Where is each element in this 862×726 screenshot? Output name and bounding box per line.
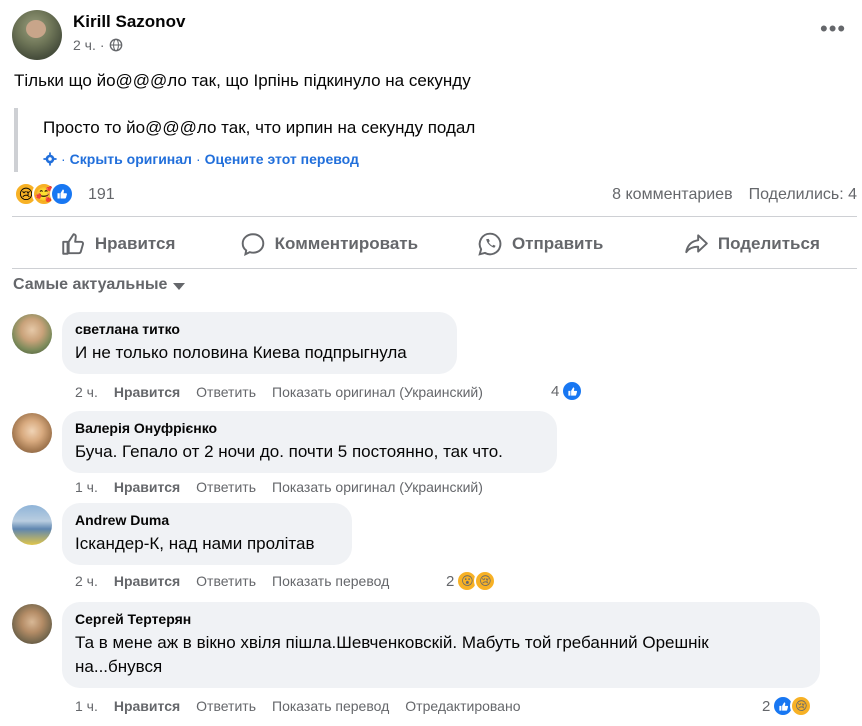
shares-count[interactable]: Поделились: 4 (749, 186, 857, 204)
divider (12, 216, 857, 217)
comment-bubble: Andrew Duma Іскандер-К, над нами проліта… (62, 503, 352, 565)
comment-reaction-count: 2 (446, 572, 455, 590)
comments-count[interactable]: 8 комментариев (612, 186, 732, 204)
comment-button[interactable]: Комментировать (223, 224, 434, 264)
comment-reactions[interactable]: 2 😢 (762, 695, 813, 717)
rate-translation-link[interactable]: Оцените этот перевод (205, 151, 359, 167)
comment-time[interactable]: 2 ч. (75, 573, 98, 589)
comment-reply-button[interactable]: Ответить (196, 698, 256, 714)
comment-sort-dropdown[interactable]: Самые актуальные (13, 276, 186, 294)
like-button[interactable]: Нравится (12, 224, 223, 264)
comment-text-line: Та в мене аж в вікно хвіля пішла.Шевченк… (75, 633, 709, 652)
caret-down-icon (173, 282, 186, 290)
comment-like-button[interactable]: Нравится (114, 698, 180, 714)
sad-reaction-icon: 😢 (474, 570, 497, 592)
edited-label[interactable]: Отредактировано (405, 698, 520, 714)
commenter-avatar[interactable] (12, 505, 52, 545)
comment-icon (241, 233, 264, 257)
show-translation-link[interactable]: Показать перевод (272, 573, 389, 589)
comment-actions: 1 ч. Нравится Ответить Показать перевод … (75, 698, 520, 714)
like-reaction-icon (561, 380, 584, 402)
sad-reaction-icon: 😢 (790, 695, 813, 717)
comment-actions: 2 ч. Нравится Ответить Показать перевод (75, 573, 389, 589)
show-original-link[interactable]: Показать оригинал (Украинский) (272, 479, 483, 495)
comment-time[interactable]: 2 ч. (75, 384, 98, 400)
comment-text: И не только половина Киева подпрыгнула (75, 343, 407, 362)
like-label: Нравится (94, 234, 176, 253)
comment-like-button[interactable]: Нравится (114, 479, 180, 495)
comment-reactions[interactable]: 4 (551, 380, 584, 402)
reaction-count[interactable]: 191 (88, 186, 115, 204)
meta-separator: · (99, 37, 105, 53)
sort-label: Самые актуальные (13, 276, 168, 293)
hide-original-link[interactable]: Скрыть оригинал (70, 151, 192, 167)
comment-text: Буча. Гепало от 2 ночи до. почти 5 посто… (75, 442, 503, 461)
gear-icon (43, 152, 57, 166)
post-meta: 2 ч. · (73, 37, 123, 53)
comment-text: Іскандер-К, над нами пролітав (75, 534, 315, 553)
comment-actions: 1 ч. Нравится Ответить Показать оригинал… (75, 479, 483, 495)
reactions-summary: 😢 🥰 191 8 комментариев Поделились: 4 (14, 182, 857, 208)
share-button[interactable]: Поделиться (646, 224, 857, 264)
author-avatar[interactable] (12, 10, 62, 60)
comment-bubble: Сергей Тертерян Та в мене аж в вікно хві… (62, 602, 820, 688)
globe-icon (109, 38, 122, 52)
comment-bubble: светлана титко И не только половина Киев… (62, 312, 457, 374)
send-button[interactable]: Отправить (435, 224, 646, 264)
comment-author[interactable]: Сергей Тертерян (75, 611, 807, 627)
commenter-avatar[interactable] (12, 604, 52, 644)
comment-label: Комментировать (274, 234, 419, 253)
post-text: Тільки що йо@@@ло так, що Ірпінь підкину… (14, 71, 471, 90)
comment-author[interactable]: Валерія Онуфрієнко (75, 420, 544, 436)
translation-links: · Скрыть оригинал · Оцените этот перевод (43, 151, 574, 167)
comment-author[interactable]: светлана титко (75, 321, 444, 337)
share-label: Поделиться (717, 234, 820, 253)
comment-bubble: Валерія Онуфрієнко Буча. Гепало от 2 ноч… (62, 411, 557, 473)
like-icon (62, 233, 84, 255)
comment-like-button[interactable]: Нравится (114, 384, 180, 400)
send-label: Отправить (511, 234, 604, 253)
share-icon (685, 234, 708, 254)
comment-actions: 2 ч. Нравится Ответить Показать оригинал… (75, 384, 483, 400)
comment: Andrew Duma Іскандер-К, над нами проліта… (12, 503, 857, 593)
post-counts: 8 комментариев Поделились: 4 (612, 186, 857, 204)
comment: Сергей Тертерян Та в мене аж в вікно хві… (12, 602, 857, 726)
more-icon[interactable]: ••• (820, 18, 845, 42)
like-reaction-icon (50, 182, 74, 206)
translation-text: Просто то йо@@@ло так, что ирпин на секу… (43, 118, 476, 137)
comment-reactions[interactable]: 2 😮 😢 (446, 570, 497, 592)
show-original-link[interactable]: Показать оригинал (Украинский) (272, 384, 483, 400)
comment-time[interactable]: 1 ч. (75, 479, 98, 495)
post-header: Kirill Sazonov 2 ч. · ••• (12, 10, 852, 60)
translation-block: Просто то йо@@@ло так, что ирпин на секу… (14, 108, 574, 172)
comment-text-line: на...бнувся (75, 657, 163, 676)
comment: Валерія Онуфрієнко Буча. Гепало от 2 ноч… (12, 411, 857, 501)
comment-reaction-count: 2 (762, 697, 771, 715)
link-separator: · (195, 151, 201, 167)
comment-reply-button[interactable]: Ответить (196, 573, 256, 589)
comment: светлана титко И не только половина Киев… (12, 312, 857, 402)
post-time[interactable]: 2 ч. (73, 37, 96, 53)
post-actions: Нравится Комментировать Отправить Подели… (12, 224, 857, 264)
commenter-avatar[interactable] (12, 413, 52, 453)
comment-reply-button[interactable]: Ответить (196, 479, 256, 495)
author-name[interactable]: Kirill Sazonov (73, 12, 185, 32)
comment-like-button[interactable]: Нравится (114, 573, 180, 589)
divider (12, 268, 857, 269)
whatsapp-icon (478, 232, 502, 256)
link-separator: · (61, 151, 66, 167)
comment-text: Та в мене аж в вікно хвіля пішла.Шевченк… (75, 631, 807, 679)
reaction-icons[interactable]: 😢 🥰 (14, 182, 74, 206)
comment-author[interactable]: Andrew Duma (75, 512, 339, 528)
comment-reaction-count: 4 (551, 382, 560, 400)
comment-time[interactable]: 1 ч. (75, 698, 98, 714)
comment-reply-button[interactable]: Ответить (196, 384, 256, 400)
commenter-avatar[interactable] (12, 314, 52, 354)
show-translation-link[interactable]: Показать перевод (272, 698, 389, 714)
